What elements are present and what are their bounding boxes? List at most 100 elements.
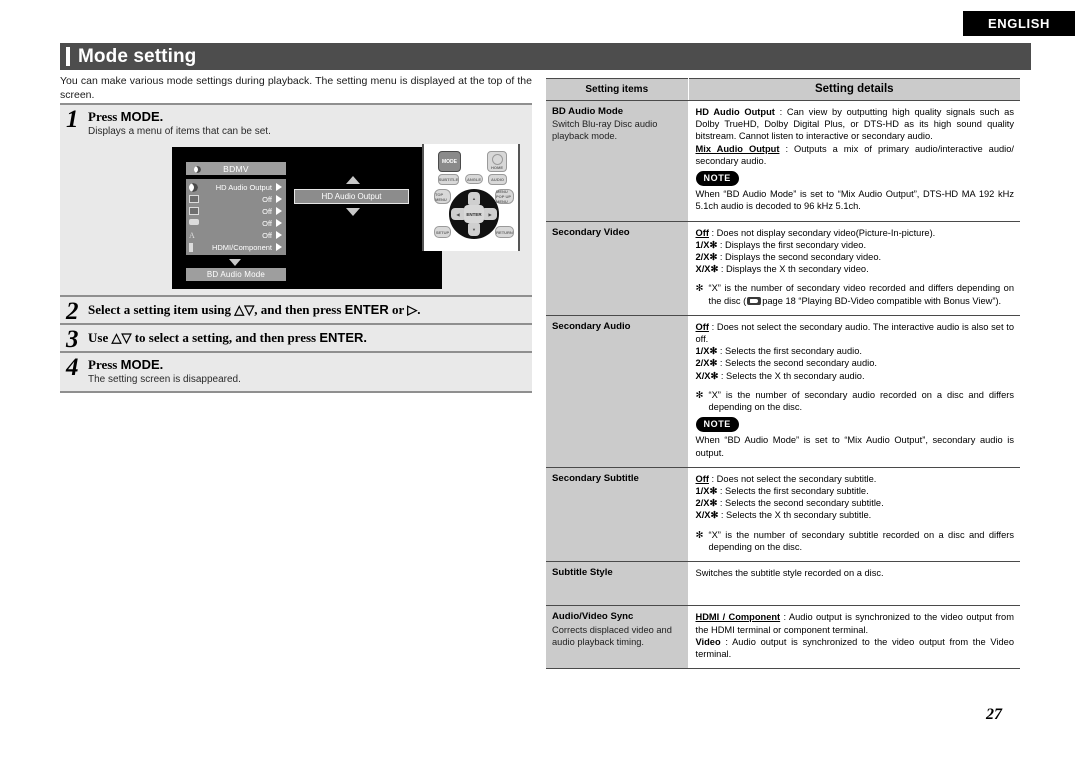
setting-item-description: Corrects displaced video and audio playb… — [552, 624, 672, 647]
step-1-number: 1 — [66, 106, 79, 133]
detail-option: X/X✻ : Selects the X th secondary subtit… — [696, 509, 1015, 521]
tv-menu-row-label: Off — [262, 218, 272, 228]
footnote-block: ✻ “X” is the number of secondary video r… — [696, 282, 1015, 306]
detail-option: Off : Does not select the secondary audi… — [696, 321, 1015, 345]
option-label: Off — [695, 227, 709, 238]
setting-item-title: BD Audio Mode — [552, 106, 624, 117]
detail-plain-text: Switches the subtitle style recorded on … — [695, 568, 884, 579]
option-text: : Does not display secondary video(Pictu… — [708, 227, 936, 238]
tv-menu-row[interactable]: A Off — [186, 229, 286, 241]
setting-item-cell: Audio/Video Sync Corrects displaced vide… — [546, 605, 689, 670]
remote-setup-button[interactable]: SETUP — [434, 226, 451, 238]
tv-menu-row[interactable]: Off — [186, 193, 286, 205]
tv-menu-row[interactable]: HDMI/Component — [186, 241, 286, 253]
option-label: 1/X✻ — [695, 486, 718, 497]
option-label: HD Audio Output — [695, 107, 775, 117]
setting-detail-cell: Off : Does not select the secondary audi… — [688, 315, 1020, 468]
tv-menu-row[interactable]: HD Audio Output — [186, 181, 286, 193]
table-row: Secondary Subtitle Off : Does not select… — [546, 467, 1020, 563]
title-accent-bar — [66, 47, 70, 66]
remote-control-illustration: MODE HOME SUBTITLE ANGLE AUDIO TOP MENU … — [422, 144, 520, 251]
detail-option: X/X✻ : Selects the X th secondary audio. — [696, 370, 1015, 382]
disc-icon — [189, 182, 200, 192]
table-row: Secondary Video Off : Does not display s… — [546, 221, 1020, 316]
footnote-marker: ✻ — [695, 389, 704, 400]
step-2-enter-key: ENTER — [344, 302, 389, 317]
step-4: 4 Press MODE. The setting screen is disa… — [60, 351, 532, 391]
tv-menu-row[interactable]: Off — [186, 205, 286, 217]
detail-option: 2/X✻ : Selects the second secondary subt… — [696, 497, 1015, 509]
remote-cursor-pad: ▲ ◀ ▶ ▼ ENTER — [449, 189, 499, 239]
option-label: 1/X✻ — [695, 346, 718, 357]
step-4-title: Press MODE. — [88, 357, 526, 372]
intro-paragraph: You can make various mode settings durin… — [60, 75, 532, 101]
step-1: 1 Press MODE. Displays a menu of items t… — [60, 103, 532, 143]
column-header-setting-items: Setting items — [546, 78, 689, 101]
table-row: BD Audio Mode Switch Blu-ray Disc audio … — [546, 100, 1020, 222]
step-3-number: 3 — [66, 326, 79, 353]
steps-bottom-divider — [60, 391, 532, 393]
tv-bdmv-label: BDMV — [223, 163, 249, 174]
tv-bdmv-header: BDMV — [186, 162, 286, 175]
setting-item-title: Secondary Audio — [552, 320, 631, 332]
step-2-title: Select a setting item using △▽, and then… — [88, 302, 526, 317]
step-3-key: ENTER. — [319, 330, 368, 345]
remote-enter-button[interactable]: ENTER — [464, 205, 484, 223]
option-label: X/X✻ — [695, 264, 719, 275]
tv-footer-label: BD Audio Mode — [186, 268, 286, 281]
page-ref-icon — [747, 296, 762, 305]
setting-item-title: Subtitle Style — [552, 567, 613, 579]
settings-table-wrapper: Setting items Setting details BD Audio M… — [546, 78, 1020, 670]
remote-popup-menu-button[interactable]: MENU POP UP MENU — [495, 189, 514, 204]
option-label: Off — [695, 473, 709, 484]
detail-option: 2/X✻ : Displays the second secondary vid… — [696, 251, 1015, 263]
tv-menu-row-label: HDMI/Component — [211, 242, 272, 252]
detail-option: 1/X✻ : Displays the first secondary vide… — [696, 239, 1015, 251]
option-text: : Selects the X th secondary audio. — [718, 370, 865, 381]
step-2: 2 Select a setting item using △▽, and th… — [60, 295, 532, 324]
remote-home-label: HOME — [491, 165, 503, 170]
remote-mode-button[interactable]: MODE — [438, 151, 461, 172]
option-label: X/X✻ — [695, 510, 719, 521]
footnote-marker: ✻ — [695, 529, 704, 540]
option-label: 2/X✻ — [695, 358, 718, 369]
cursor-down-button[interactable]: ▼ — [468, 223, 480, 236]
side-tab-rail: Simple version Basic version Advanced ve… — [1028, 0, 1080, 769]
cursor-right-button[interactable]: ▶ — [483, 208, 497, 220]
page-number: 27 — [986, 706, 1002, 723]
remote-return-button[interactable]: RETURN — [495, 226, 514, 238]
steps-list: 1 Press MODE. Displays a menu of items t… — [60, 103, 532, 393]
option-text: : Does not select the secondary subtitle… — [708, 473, 877, 484]
remote-home-button[interactable]: HOME — [487, 151, 507, 172]
footnote-text-b: page 18 “Playing BD-Video compatible wit… — [762, 295, 1002, 306]
table-row: Subtitle Style Switches the subtitle sty… — [546, 561, 1020, 607]
detail-option: Mix Audio Output : Outputs a mix of prim… — [696, 143, 1015, 167]
remote-top-menu-button[interactable]: TOP MENU — [434, 189, 451, 204]
option-text: : Selects the second secondary subtitle. — [717, 498, 884, 509]
subtitle-icon — [189, 194, 200, 204]
setting-item-title: Audio/Video Sync — [552, 611, 634, 623]
chevron-right-icon — [276, 243, 284, 251]
option-text: : Displays the X th secondary video. — [718, 264, 869, 275]
secondary-subtitle-icon — [189, 206, 200, 216]
option-text: : Audio output is synchronized to the vi… — [695, 636, 1015, 659]
setting-item-cell: Secondary Audio — [546, 315, 689, 468]
setting-item-cell: Subtitle Style — [546, 561, 689, 607]
tv-menu-row-label: Off — [262, 194, 272, 204]
tv-menu-row[interactable]: Off — [186, 217, 286, 229]
footnote-text: “X” is the number of secondary subtitle … — [708, 529, 1015, 552]
step-1-title: Press MODE. — [88, 109, 526, 124]
remote-audio-button[interactable]: AUDIO — [488, 174, 507, 185]
option-text: : Selects the first secondary subtitle. — [717, 486, 869, 497]
remote-subtitle-button[interactable]: SUBTITLE — [438, 174, 459, 185]
tv-menu-row-label: HD Audio Output — [215, 182, 272, 192]
chevron-right-icon — [276, 183, 284, 191]
cursor-left-button[interactable]: ◀ — [451, 208, 465, 220]
footnote-text: “X” is the number of secondary video rec… — [709, 282, 1015, 306]
step-4-title-prefix: Press — [88, 357, 121, 372]
option-text: : Selects the X th secondary subtitle. — [718, 510, 872, 521]
remote-angle-button[interactable]: ANGLE — [465, 174, 483, 184]
cursor-up-button[interactable]: ▲ — [468, 192, 480, 205]
option-label: HDMI / Component — [695, 612, 781, 623]
option-label: X/X✻ — [695, 370, 719, 381]
